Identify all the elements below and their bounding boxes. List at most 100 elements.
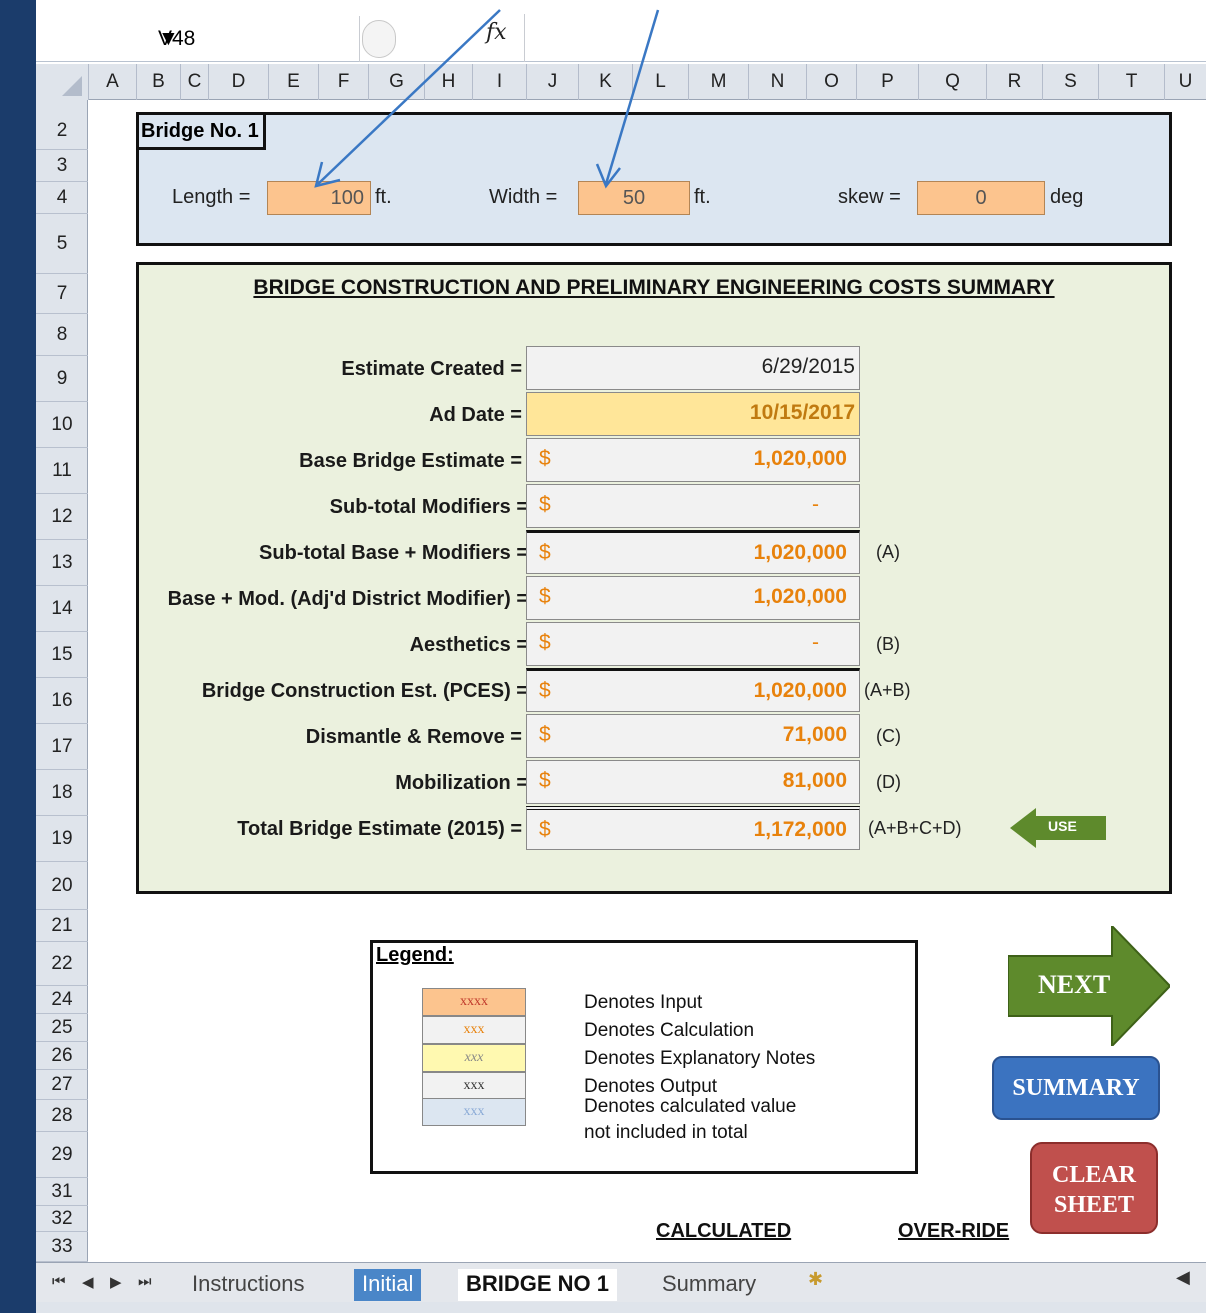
override-header: OVER-RIDE bbox=[898, 1220, 1010, 1242]
cost-line-cell[interactable]: $1,020,000 bbox=[526, 530, 860, 574]
row-header[interactable]: 17 bbox=[36, 724, 88, 770]
insert-sheet-icon[interactable]: ✱ bbox=[808, 1269, 823, 1290]
row-header[interactable]: 29 bbox=[36, 1132, 88, 1178]
row-header[interactable]: 11 bbox=[36, 448, 88, 494]
annotation-arrows bbox=[314, 9, 660, 189]
row-header[interactable]: 16 bbox=[36, 678, 88, 724]
next-sheet-icon[interactable]: ▶ bbox=[110, 1273, 122, 1291]
cost-line-note: (A+B+C+D) bbox=[868, 818, 962, 838]
legend-swatch: xxx bbox=[422, 1072, 526, 1100]
legend-text-continued: not included in total bbox=[584, 1122, 748, 1143]
cost-line-value: 1,020,000 bbox=[753, 679, 847, 702]
prev-sheet-icon[interactable]: ◀ bbox=[82, 1273, 94, 1291]
legend-text: Denotes Calculation bbox=[584, 1020, 755, 1041]
row-header[interactable]: 14 bbox=[36, 586, 88, 632]
summary-button[interactable]: SUMMARY bbox=[992, 1056, 1160, 1120]
cost-line-cell[interactable]: $ - bbox=[526, 484, 860, 528]
cost-line-label: Mobilization = bbox=[395, 772, 528, 794]
row-header[interactable]: 25 bbox=[36, 1014, 88, 1042]
cost-line-cell[interactable]: $1,020,000 bbox=[526, 576, 860, 620]
ad-date-cell[interactable]: 10/15/2017 bbox=[526, 392, 860, 436]
legend-swatch: xxx bbox=[422, 1044, 526, 1072]
ad-date-label: Ad Date = bbox=[429, 404, 522, 426]
row-header[interactable]: 8 bbox=[36, 314, 88, 356]
estimate-created-label: Estimate Created = bbox=[341, 358, 522, 380]
row-header[interactable]: 13 bbox=[36, 540, 88, 586]
row-header[interactable]: 21 bbox=[36, 910, 88, 942]
estimate-created-value: 6/29/2015 bbox=[761, 355, 855, 378]
clear-label-line1: CLEAR bbox=[1051, 1162, 1136, 1188]
row-header[interactable]: 9 bbox=[36, 356, 88, 402]
cost-line-label: Base Bridge Estimate = bbox=[299, 450, 522, 472]
row-header[interactable]: 10 bbox=[36, 402, 88, 448]
use-arrow-button[interactable]: USE bbox=[1010, 808, 1106, 848]
cost-line-label: Base + Mod. (Adj'd District Modifier) = bbox=[167, 588, 528, 610]
clear-label-line2: SHEET bbox=[1053, 1192, 1135, 1218]
row-header[interactable]: 15 bbox=[36, 632, 88, 678]
row-header[interactable]: 27 bbox=[36, 1070, 88, 1100]
ad-date-value: 10/15/2017 bbox=[749, 401, 855, 424]
cost-line-value: 1,020,000 bbox=[753, 447, 847, 470]
currency-sign: $ bbox=[539, 493, 551, 516]
row-header[interactable]: 12 bbox=[36, 494, 88, 540]
currency-sign: $ bbox=[539, 541, 551, 564]
legend-text: Denotes Input bbox=[584, 992, 703, 1013]
next-button[interactable]: NEXT bbox=[1007, 923, 1172, 1049]
cost-line-label: Bridge Construction Est. (PCES) = bbox=[201, 680, 528, 702]
cost-line-cell[interactable]: $1,172,000 bbox=[526, 806, 860, 850]
tab-initial[interactable]: Initial bbox=[354, 1269, 422, 1301]
cost-line-label: Aesthetics = bbox=[409, 634, 528, 656]
legend-swatch: xxx bbox=[422, 1098, 526, 1126]
row-header[interactable]: 22 bbox=[36, 942, 88, 986]
currency-sign: $ bbox=[539, 585, 551, 608]
first-sheet-icon[interactable]: ⏮ bbox=[52, 1273, 66, 1290]
currency-sign: $ bbox=[539, 631, 551, 654]
row-header[interactable]: 32 bbox=[36, 1206, 88, 1232]
cost-line-cell[interactable]: $71,000 bbox=[526, 714, 860, 758]
row-header[interactable]: 24 bbox=[36, 986, 88, 1014]
status-bar bbox=[36, 1302, 1206, 1313]
cost-line-label: Sub-total Base + Modifiers = bbox=[259, 542, 528, 564]
currency-sign: $ bbox=[539, 679, 551, 702]
tab-summary[interactable]: Summary bbox=[654, 1269, 764, 1301]
cost-line-value: - bbox=[812, 631, 819, 654]
calculated-header: CALCULATED bbox=[656, 1220, 792, 1242]
estimate-created-cell[interactable]: 6/29/2015 bbox=[526, 346, 860, 390]
currency-sign: $ bbox=[539, 818, 551, 841]
row-header[interactable]: 7 bbox=[36, 274, 88, 314]
clear-sheet-button[interactable]: CLEAR SHEET bbox=[1030, 1142, 1158, 1234]
cost-line-value: 1,020,000 bbox=[753, 541, 847, 564]
cost-line-note: (D) bbox=[876, 772, 901, 792]
row-header[interactable]: 26 bbox=[36, 1042, 88, 1070]
row-header[interactable]: 28 bbox=[36, 1100, 88, 1132]
cost-line-cell[interactable]: $1,020,000 bbox=[526, 668, 860, 712]
legend-text: Denotes Explanatory Notes bbox=[584, 1048, 816, 1069]
row-header[interactable]: 31 bbox=[36, 1178, 88, 1206]
legend-text: Denotes Output bbox=[584, 1076, 718, 1097]
scroll-left-icon[interactable]: ◀ bbox=[1176, 1267, 1190, 1288]
cost-line-note: (B) bbox=[876, 634, 900, 654]
row-header[interactable]: 19 bbox=[36, 816, 88, 862]
currency-sign: $ bbox=[539, 769, 551, 792]
row-header[interactable]: 18 bbox=[36, 770, 88, 816]
cost-line-note: (A) bbox=[876, 542, 900, 562]
row-header[interactable]: 33 bbox=[36, 1232, 88, 1262]
cost-line-note: (A+B) bbox=[864, 680, 911, 700]
cost-line-cell[interactable]: $ - bbox=[526, 622, 860, 666]
last-sheet-icon[interactable]: ⏭ bbox=[138, 1273, 152, 1290]
cost-line-cell[interactable]: $81,000 bbox=[526, 760, 860, 804]
summary-title: BRIDGE CONSTRUCTION AND PRELIMINARY ENGI… bbox=[253, 276, 1055, 299]
cost-line-label: Total Bridge Estimate (2015) = bbox=[237, 818, 522, 840]
tab-instructions[interactable]: Instructions bbox=[184, 1269, 313, 1301]
cost-line-note: (C) bbox=[876, 726, 901, 746]
cost-line-value: 81,000 bbox=[782, 769, 847, 792]
cost-line-value: 1,020,000 bbox=[753, 585, 847, 608]
currency-sign: $ bbox=[539, 447, 551, 470]
row-header[interactable]: 20 bbox=[36, 862, 88, 910]
cost-line-value: - bbox=[812, 493, 819, 516]
use-label: USE bbox=[1048, 818, 1077, 834]
tab-bridge-no-1[interactable]: BRIDGE NO 1 bbox=[458, 1269, 618, 1301]
cost-line-cell[interactable]: $1,020,000 bbox=[526, 438, 860, 482]
legend-swatch: xxx bbox=[422, 1016, 526, 1044]
legend-swatch: xxxx bbox=[422, 988, 526, 1016]
